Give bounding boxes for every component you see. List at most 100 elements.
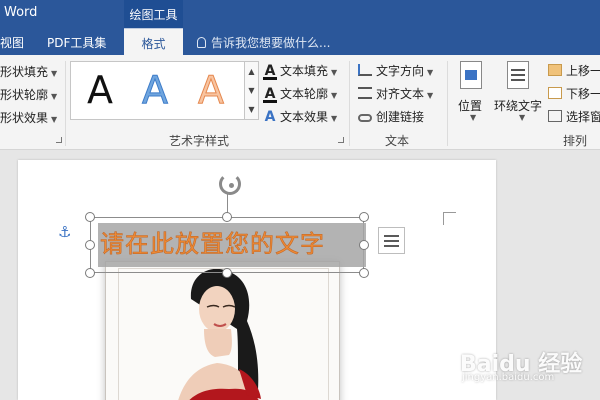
chevron-down-icon: ▼ — [51, 69, 58, 78]
document-workspace: ⚓ 请在此放置您的文字 Baidu 经验 jingyan.baidu.com — [0, 150, 600, 400]
chevron-down-icon: ▼ — [427, 68, 434, 77]
align-text-label: 对齐文本 — [376, 87, 425, 101]
layout-options-button[interactable] — [378, 227, 405, 254]
lightbulb-icon — [197, 37, 206, 48]
wordart-style-orange[interactable]: A — [198, 70, 225, 111]
document-page[interactable]: ⚓ 请在此放置您的文字 — [18, 160, 496, 400]
tab-pdf-tools[interactable]: PDF工具集 — [47, 34, 106, 51]
selection-pane-label: 选择窗 — [566, 110, 600, 124]
gallery-scroll: ▲ ▼ ▼ — [245, 61, 259, 120]
shape-fill-button[interactable]: 形状填充 ▼ — [0, 63, 57, 80]
app-title: Word — [4, 5, 38, 20]
text-direction-button[interactable]: 文字方向 ▼ — [358, 62, 433, 79]
chevron-down-icon: ▼ — [470, 113, 477, 122]
wordart-styles-group-label: 艺术字样式 — [169, 134, 230, 148]
create-link-button[interactable]: 创建链接 — [358, 108, 424, 125]
wrap-text-label: 环绕文字 — [494, 99, 543, 113]
layout-options-icon-line — [384, 240, 399, 242]
group-separator — [447, 61, 448, 146]
create-link-label: 创建链接 — [376, 110, 425, 124]
text-outline-label: 文本轮廓 — [280, 87, 329, 101]
wordart-text[interactable]: 请在此放置您的文字 — [100, 229, 325, 259]
align-text-button[interactable]: 对齐文本 ▼ — [358, 85, 433, 102]
send-backward-label: 下移一 — [566, 87, 600, 101]
rotate-handle-dot — [229, 183, 234, 188]
chevron-down-icon: ▼ — [331, 114, 338, 123]
wordart-style-blue[interactable]: A — [142, 70, 169, 111]
position-icon — [460, 61, 482, 89]
chevron-down-icon: ▼ — [51, 115, 58, 124]
shape-styles-launcher-icon[interactable] — [56, 137, 62, 143]
layout-options-icon-line — [384, 245, 399, 247]
tell-me-text: 告诉我您想要做什么... — [211, 36, 331, 50]
shape-outline-button[interactable]: 形状轮廓 ▼ — [0, 86, 57, 103]
shape-fill-label: 形状填充 — [0, 65, 49, 79]
gallery-more-icon[interactable]: ▼ — [245, 100, 258, 119]
text-outline-icon: A — [263, 86, 277, 103]
wrap-text-button[interactable]: 环绕文字 ▼ — [494, 61, 544, 122]
resize-handle-top-right[interactable] — [359, 212, 369, 222]
anchor-icon: ⚓ — [58, 223, 72, 241]
drawing-tools-context: 绘图工具 — [124, 0, 183, 28]
group-separator — [349, 61, 350, 146]
resize-handle-top[interactable] — [222, 212, 232, 222]
wrap-text-icon — [507, 61, 529, 89]
position-button[interactable]: 位置 ▼ — [456, 61, 486, 122]
word-window: Word 绘图工具 视图 PDF工具集 格式 告诉我您想要做什么... 形状填充… — [0, 0, 600, 400]
text-fill-icon: A — [263, 63, 277, 80]
shape-effects-label: 形状效果 — [0, 111, 49, 125]
wordart-textbox[interactable]: 请在此放置您的文字 — [90, 217, 366, 273]
title-bar: Word 绘图工具 — [0, 0, 600, 28]
tab-view[interactable]: 视图 — [0, 34, 24, 51]
chevron-down-icon: ▼ — [51, 92, 58, 101]
resize-handle-bottom-right[interactable] — [359, 268, 369, 278]
resize-handle-bottom[interactable] — [222, 268, 232, 278]
align-text-icon — [358, 87, 372, 99]
text-direction-label: 文字方向 — [376, 64, 425, 78]
wordart-styles-launcher-icon[interactable] — [338, 137, 344, 143]
text-effects-label: 文本效果 — [280, 110, 329, 124]
text-effects-icon: A — [264, 109, 276, 125]
bring-forward-label: 上移一 — [566, 64, 600, 78]
arrange-group-label: 排列 — [563, 134, 588, 148]
resize-handle-right[interactable] — [359, 240, 369, 250]
wordart-style-black[interactable]: A — [87, 70, 113, 110]
chevron-down-icon: ▼ — [331, 91, 338, 100]
text-direction-icon — [358, 64, 372, 76]
send-backward-button[interactable]: 下移一 — [548, 85, 600, 102]
link-icon — [358, 114, 372, 122]
margin-corner-mark — [443, 212, 456, 225]
position-label: 位置 — [458, 99, 483, 113]
selection-pane-button[interactable]: 选择窗 — [548, 108, 600, 125]
inserted-picture[interactable] — [105, 261, 340, 400]
wordart-gallery[interactable]: A A A — [70, 61, 245, 120]
ribbon-tabs: 视图 PDF工具集 格式 告诉我您想要做什么... — [0, 28, 600, 55]
portrait-image — [178, 268, 261, 400]
tell-me-search[interactable]: 告诉我您想要做什么... — [197, 34, 330, 51]
chevron-down-icon: ▼ — [427, 91, 434, 100]
rotate-handle-icon[interactable] — [219, 173, 241, 195]
picture-frame — [118, 268, 329, 400]
gallery-down-icon[interactable]: ▼ — [245, 81, 258, 100]
tab-format[interactable]: 格式 — [124, 28, 183, 55]
chevron-down-icon: ▼ — [331, 68, 338, 77]
selection-pane-icon — [548, 110, 562, 122]
resize-handle-left[interactable] — [85, 240, 95, 250]
text-outline-button[interactable]: A 文本轮廓 ▼ — [263, 85, 337, 103]
ribbon: 形状填充 ▼ 形状轮廓 ▼ 形状效果 ▼ A A A ▲ ▼ ▼ A 文本填充 ▼ A 文本… — [0, 55, 600, 150]
send-backward-icon — [548, 87, 562, 99]
resize-handle-bottom-left[interactable] — [85, 268, 95, 278]
gallery-up-icon[interactable]: ▲ — [245, 62, 258, 81]
chevron-down-icon: ▼ — [519, 113, 526, 122]
watermark-url: jingyan.baidu.com — [462, 372, 555, 383]
text-effects-button[interactable]: A 文本效果 ▼ — [263, 108, 338, 125]
text-fill-button[interactable]: A 文本填充 ▼ — [263, 62, 337, 80]
shape-effects-button[interactable]: 形状效果 ▼ — [0, 109, 57, 126]
bring-forward-icon — [548, 64, 562, 76]
layout-options-icon — [384, 235, 399, 237]
text-fill-label: 文本填充 — [280, 64, 329, 78]
text-group-label: 文本 — [385, 134, 410, 148]
bring-forward-button[interactable]: 上移一 — [548, 62, 600, 79]
shape-outline-label: 形状轮廓 — [0, 88, 49, 102]
resize-handle-top-left[interactable] — [85, 212, 95, 222]
